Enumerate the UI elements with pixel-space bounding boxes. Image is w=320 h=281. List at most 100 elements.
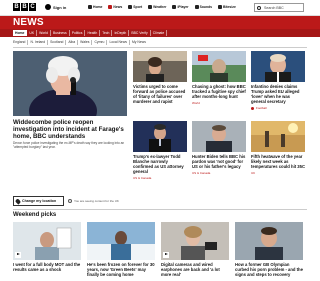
story-tag: US & Canada bbox=[133, 176, 152, 180]
nav-label: Bitesize bbox=[223, 5, 236, 9]
story-card[interactable]: Infantino denies claims Trump asked EU a… bbox=[251, 51, 305, 110]
nav-label: News bbox=[113, 5, 123, 9]
region-link[interactable]: Wales bbox=[78, 40, 93, 45]
story-image bbox=[251, 121, 305, 152]
region-link[interactable]: My News bbox=[130, 40, 148, 45]
location-note: You are seeing content for the UK bbox=[68, 199, 119, 203]
story-meta: World bbox=[192, 101, 246, 105]
weekend-image bbox=[161, 222, 229, 260]
nav-iplayer[interactable]: iPlayer bbox=[172, 5, 189, 9]
subnav-climate[interactable]: Climate bbox=[151, 30, 168, 36]
weekend-card[interactable]: He's been frozen on forever for 30 years… bbox=[87, 222, 155, 277]
nav-label: Home bbox=[93, 5, 103, 9]
section-nav: Home UK World Business Politics Health T… bbox=[0, 29, 320, 37]
region-link[interactable]: Alba bbox=[66, 40, 79, 45]
nav-sport[interactable]: Sport bbox=[128, 5, 142, 9]
story-meta: Football bbox=[251, 106, 305, 110]
story-card[interactable]: Victims urged to come forward as police … bbox=[133, 51, 187, 104]
home-icon bbox=[88, 5, 92, 9]
weekend-headline: Digital cameras and wired earphones are … bbox=[161, 262, 220, 277]
subnav-politics[interactable]: Politics bbox=[70, 30, 86, 36]
story-tag: UK bbox=[251, 171, 256, 175]
story-card[interactable]: Fifth heatwave of the year likely next w… bbox=[251, 121, 305, 175]
nav-weather[interactable]: Weather bbox=[148, 5, 166, 9]
sign-in-link[interactable]: Sign in bbox=[45, 4, 66, 10]
story-meta: UK bbox=[251, 171, 305, 175]
lead-story-headline[interactable]: Widdecombe police reopen investigation i… bbox=[13, 119, 133, 140]
story-headline: Chasing a ghost: how BBC tracked a fugit… bbox=[192, 84, 246, 99]
story-headline: Trump's ex-lawyer Todd Blanche narrowly … bbox=[133, 154, 184, 174]
story-image bbox=[133, 121, 187, 152]
story-tag: Football bbox=[256, 106, 267, 110]
weekend-card[interactable]: I went for a full body MOT and the resul… bbox=[13, 222, 81, 272]
play-icon bbox=[163, 252, 169, 258]
bbc-logo-letter: B bbox=[21, 3, 28, 11]
nav-bitesize[interactable]: Bitesize bbox=[218, 5, 236, 9]
news-header: NEWS bbox=[0, 16, 320, 29]
bbc-logo-letter: C bbox=[29, 3, 36, 11]
weather-icon bbox=[148, 5, 153, 9]
story-headline: Fifth heatwave of the year likely next w… bbox=[251, 154, 305, 169]
weekend-card[interactable]: Digital cameras and wired earphones are … bbox=[161, 222, 229, 277]
weekend-card[interactable]: How a former GB Olympian curbed his porn… bbox=[235, 222, 303, 277]
weekend-headline: I went for a full body MOT and the resul… bbox=[13, 262, 81, 272]
info-icon bbox=[68, 199, 72, 203]
weekend-headline: How a former GB Olympian curbed his porn… bbox=[235, 262, 303, 277]
search-placeholder: Search BBC bbox=[264, 6, 284, 10]
weekend-image bbox=[87, 222, 155, 260]
subnav-uk[interactable]: UK bbox=[27, 30, 38, 36]
lead-story-image[interactable] bbox=[13, 51, 127, 116]
story-headline: Infantino denies claims Trump asked EU a… bbox=[251, 84, 300, 104]
news-icon bbox=[108, 5, 113, 9]
nav-news[interactable]: News bbox=[108, 5, 122, 9]
search-input[interactable]: Search BBC bbox=[254, 3, 304, 12]
location-note-text: You are seeing content for the UK bbox=[74, 199, 119, 203]
global-nav: Home News Sport Weather iPlayer Sounds B… bbox=[88, 5, 236, 9]
subnav-tech[interactable]: Tech bbox=[100, 30, 113, 36]
play-icon bbox=[15, 252, 21, 258]
nav-label: Weather bbox=[153, 5, 167, 9]
subnav-world[interactable]: World bbox=[37, 30, 51, 36]
sport-icon bbox=[128, 5, 133, 9]
story-tag: US & Canada bbox=[192, 171, 211, 175]
region-link[interactable]: Scotland bbox=[48, 40, 67, 45]
weekend-image bbox=[13, 222, 81, 260]
story-headline: Victims urged to come forward as police … bbox=[133, 84, 186, 104]
weekend-headline: He's been frozen on forever for 30 years… bbox=[87, 262, 155, 277]
subnav-bbc-verify[interactable]: BBC Verify bbox=[129, 30, 151, 36]
bbc-logo-letter: B bbox=[13, 3, 20, 11]
sounds-icon bbox=[194, 5, 199, 9]
top-bar: B B C Sign in Home News Sport Weather iP… bbox=[0, 0, 320, 16]
section-title[interactable]: NEWS bbox=[13, 17, 44, 28]
weekend-image bbox=[235, 222, 303, 260]
nav-sounds[interactable]: Sounds bbox=[194, 5, 213, 9]
story-tag: World bbox=[192, 101, 200, 105]
subnav-indepth[interactable]: InDepth bbox=[112, 30, 130, 36]
sign-in-label: Sign in bbox=[53, 4, 67, 10]
nav-label: Sport bbox=[133, 5, 143, 9]
search-icon bbox=[257, 6, 261, 10]
location-pin-icon bbox=[14, 197, 22, 205]
region-link[interactable]: Local News bbox=[107, 40, 130, 45]
region-link[interactable]: Cymru bbox=[92, 40, 108, 45]
story-image bbox=[251, 51, 305, 82]
nav-home[interactable]: Home bbox=[88, 5, 102, 9]
story-card[interactable]: Chasing a ghost: how BBC tracked a fugit… bbox=[192, 51, 246, 105]
subnav-business[interactable]: Business bbox=[51, 30, 70, 36]
subnav-home[interactable]: Home bbox=[13, 30, 28, 36]
story-card[interactable]: Trump's ex-lawyer Todd Blanche narrowly … bbox=[133, 121, 187, 180]
story-card[interactable]: Hunter Biden tells BBC his pardon was 'n… bbox=[192, 121, 246, 175]
story-meta: US & Canada bbox=[133, 176, 187, 180]
lead-story-summary: Devon force police investigating the ex-… bbox=[13, 141, 125, 149]
bbc-logo[interactable]: B B C bbox=[13, 3, 36, 11]
nav-label: Sounds bbox=[199, 5, 213, 9]
subnav-health[interactable]: Health bbox=[85, 30, 101, 36]
iplayer-icon bbox=[172, 5, 177, 9]
regions-nav: England N. Ireland Scotland Alba Wales C… bbox=[13, 40, 148, 45]
weekend-picks-title: Weekend picks bbox=[13, 212, 57, 218]
region-link[interactable]: England bbox=[13, 40, 29, 45]
change-location-button[interactable]: Change my location bbox=[13, 196, 64, 206]
story-meta: US & Canada bbox=[192, 171, 246, 175]
story-image bbox=[192, 51, 246, 82]
region-link[interactable]: N. Ireland bbox=[28, 40, 49, 45]
